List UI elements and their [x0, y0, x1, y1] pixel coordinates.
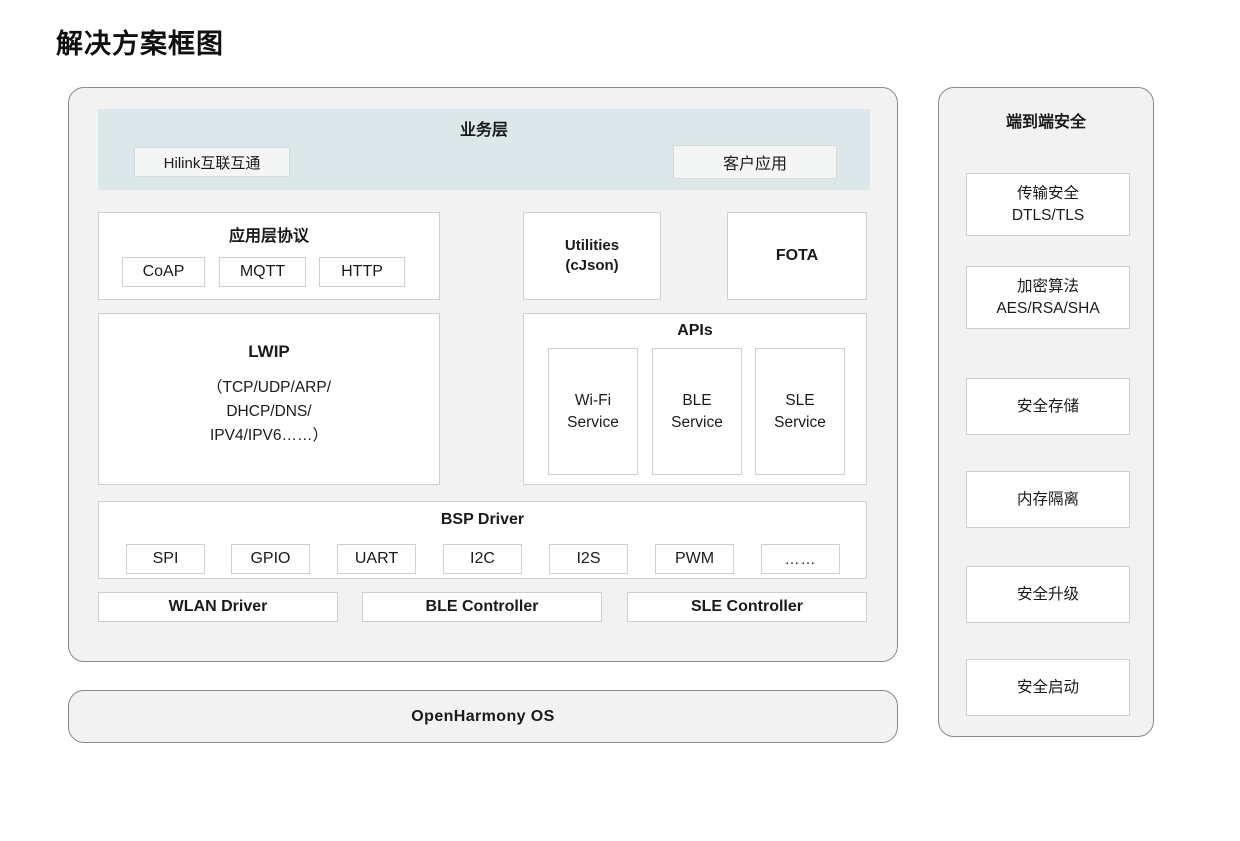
bsp-chip-pwm[interactable]: PWM	[655, 544, 734, 574]
security-item-encryption-line1: 加密算法	[1016, 277, 1079, 295]
bsp-chip-more[interactable]: ……	[761, 544, 840, 574]
sle-controller-box[interactable]: SLE Controller	[627, 592, 867, 622]
bsp-chip-gpio[interactable]: GPIO	[231, 544, 310, 574]
lwip-details: （TCP/UDP/ARP/ DHCP/DNS/ IPV4/IPV6……）	[99, 376, 439, 448]
security-item-secure-boot[interactable]: 安全启动	[966, 659, 1130, 716]
customer-application-box[interactable]: 客户应用	[673, 145, 837, 179]
protocol-chip-http[interactable]: HTTP	[319, 257, 405, 287]
page-title: 解决方案框图	[56, 29, 224, 59]
wlan-driver-box[interactable]: WLAN Driver	[98, 592, 338, 622]
apis-group: APIs Wi-Fi Service BLE Service SLE Servi…	[523, 313, 867, 485]
openharmony-os-label: OpenHarmony OS	[411, 707, 555, 725]
api-chip-sle-line2: Service	[774, 413, 826, 431]
customer-app-label: 客户应用	[722, 156, 787, 173]
business-layer-band: 业务层 Hilink互联互通 客户应用	[98, 109, 870, 190]
security-item-secure-upgrade-label: 安全升级	[1016, 585, 1079, 603]
api-chip-sle-line1: SLE	[785, 391, 815, 409]
api-chip-ble-line1: BLE	[682, 391, 712, 409]
bsp-chip-uart-label: UART	[354, 550, 399, 567]
lwip-box[interactable]: LWIP （TCP/UDP/ARP/ DHCP/DNS/ IPV4/IPV6………	[98, 313, 440, 485]
openharmony-os-panel[interactable]: OpenHarmony OS	[68, 690, 898, 743]
apis-title: APIs	[677, 322, 713, 339]
wlan-driver-label: WLAN Driver	[168, 598, 268, 615]
security-item-secure-storage-label: 安全存储	[1016, 397, 1079, 415]
bsp-chip-more-label: ……	[784, 550, 817, 568]
ble-controller-label: BLE Controller	[425, 598, 539, 615]
bsp-driver-group: BSP Driver SPI GPIO UART I2C I2S PWM ……	[98, 501, 867, 579]
application-protocol-group: 应用层协议 CoAP MQTT HTTP	[98, 212, 440, 300]
lwip-detail-line2: DHCP/DNS/	[226, 403, 312, 421]
protocol-chip-mqtt-label: MQTT	[239, 263, 286, 280]
bsp-chip-uart[interactable]: UART	[337, 544, 416, 574]
security-item-secure-upgrade[interactable]: 安全升级	[966, 566, 1130, 623]
bsp-chip-i2s-label: I2S	[576, 550, 601, 567]
security-item-secure-boot-label: 安全启动	[1016, 678, 1079, 696]
api-chip-wifi-line1: Wi-Fi	[574, 391, 612, 409]
end-to-end-security-panel: 端到端安全 传输安全 DTLS/TLS 加密算法 AES/RSA/SHA 安全存…	[938, 87, 1154, 737]
security-item-transport-line2: DTLS/TLS	[1011, 206, 1085, 224]
fota-box[interactable]: FOTA	[727, 212, 867, 300]
application-protocol-title: 应用层协议	[228, 228, 309, 245]
security-item-transport-security[interactable]: 传输安全 DTLS/TLS	[966, 173, 1130, 236]
bsp-chip-pwm-label: PWM	[674, 550, 715, 567]
lwip-detail-line1: （TCP/UDP/ARP/	[206, 379, 331, 396]
security-item-memory-isolation[interactable]: 内存隔离	[966, 471, 1130, 528]
security-item-encryption-line2: AES/RSA/SHA	[996, 299, 1100, 317]
hilink-interconnect-box[interactable]: Hilink互联互通	[134, 147, 290, 177]
hilink-label: Hilink互联互通	[163, 154, 261, 172]
security-item-encryption-algorithm[interactable]: 加密算法 AES/RSA/SHA	[966, 266, 1130, 329]
utilities-label-line1: Utilities	[564, 236, 620, 254]
protocol-chip-coap[interactable]: CoAP	[122, 257, 205, 287]
protocol-chip-http-label: HTTP	[341, 263, 383, 280]
security-item-secure-storage[interactable]: 安全存储	[966, 378, 1130, 435]
utilities-label-line2: (cJson)	[565, 257, 619, 274]
business-layer-title: 业务层	[459, 122, 508, 139]
bsp-chip-i2c-label: I2C	[470, 550, 495, 567]
security-item-transport-line1: 传输安全	[1016, 184, 1079, 202]
protocol-chip-coap-label: CoAP	[142, 263, 185, 280]
api-chip-ble-line2: Service	[671, 413, 723, 431]
api-chip-sle-service[interactable]: SLE Service	[755, 348, 845, 475]
bsp-chip-i2c[interactable]: I2C	[443, 544, 522, 574]
api-chip-wifi-service[interactable]: Wi-Fi Service	[548, 348, 638, 475]
bsp-chip-i2s[interactable]: I2S	[549, 544, 628, 574]
lwip-detail-line3: IPV4/IPV6……）	[209, 427, 328, 445]
api-chip-wifi-line2: Service	[567, 413, 619, 431]
bsp-driver-title: BSP Driver	[440, 511, 525, 528]
api-chip-ble-service[interactable]: BLE Service	[652, 348, 742, 475]
fota-label: FOTA	[775, 247, 819, 264]
ble-controller-box[interactable]: BLE Controller	[362, 592, 602, 622]
protocol-chip-mqtt[interactable]: MQTT	[219, 257, 306, 287]
security-panel-title: 端到端安全	[1005, 114, 1086, 131]
bsp-chip-spi-label: SPI	[152, 550, 179, 567]
sle-controller-label: SLE Controller	[690, 598, 803, 615]
solution-architecture-panel: 业务层 Hilink互联互通 客户应用 应用层协议 CoAP MQTT HTTP…	[68, 87, 898, 662]
bsp-chip-gpio-label: GPIO	[250, 550, 291, 567]
utilities-box[interactable]: Utilities (cJson)	[523, 212, 661, 300]
security-item-memory-isolation-label: 内存隔离	[1016, 490, 1079, 508]
lwip-title: LWIP	[248, 342, 290, 361]
bsp-chip-spi[interactable]: SPI	[126, 544, 205, 574]
